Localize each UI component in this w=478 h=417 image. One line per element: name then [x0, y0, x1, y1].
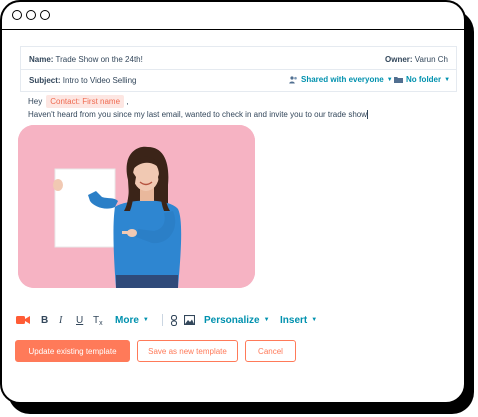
greeting-text: Hey — [28, 97, 43, 106]
inserted-image[interactable] — [18, 125, 255, 288]
chevron-down-icon: ▼ — [263, 317, 270, 323]
chevron-down-icon: ▼ — [386, 76, 393, 83]
bold-icon: B — [41, 314, 49, 326]
template-name-row: Name: Trade Show on the 24th! Owner: Var… — [20, 46, 457, 70]
underline-icon: U — [76, 314, 84, 326]
underline-button[interactable]: U — [76, 312, 83, 328]
users-icon — [289, 75, 297, 83]
body-line[interactable]: Haven't heard from you since my last ema… — [28, 110, 369, 120]
subject-label: Subject: — [29, 76, 61, 85]
insert-link-button[interactable] — [170, 312, 178, 328]
insert-video-button[interactable] — [16, 312, 30, 328]
body-line-text: Haven't heard from you since my last ema… — [28, 110, 368, 119]
insert-image-button[interactable] — [184, 312, 195, 328]
personalize-label: Personalize — [204, 314, 260, 326]
update-existing-template-button[interactable]: Update existing template — [15, 340, 130, 362]
save-as-new-template-button[interactable]: Save as new template — [137, 340, 238, 362]
more-label: More — [115, 314, 139, 326]
insert-label: Insert — [280, 314, 308, 326]
contact-first-name-token[interactable]: Contact: First name — [46, 95, 125, 108]
personalize-dropdown[interactable]: Personalize ▼ — [204, 312, 270, 328]
more-dropdown[interactable]: More ▼ — [115, 312, 149, 328]
owner-label: Owner: — [385, 55, 413, 64]
video-camera-icon — [16, 316, 30, 324]
window-dot-3[interactable] — [40, 10, 50, 20]
shared-label: Shared with everyone — [301, 75, 384, 84]
greeting-comma: , — [126, 97, 129, 106]
folder-label: No folder — [406, 75, 442, 84]
link-icon — [170, 314, 178, 326]
insert-dropdown[interactable]: Insert ▼ — [280, 312, 317, 328]
chevron-down-icon: ▼ — [311, 317, 318, 323]
subject-row: Subject: Intro to Video Selling Shared w… — [20, 70, 457, 92]
window-titlebar — [2, 2, 464, 30]
subject-value: Intro to Video Selling — [62, 76, 137, 85]
text-cursor — [367, 110, 369, 120]
cancel-button[interactable]: Cancel — [245, 340, 296, 362]
window-dot-1[interactable] — [12, 10, 22, 20]
owner-field[interactable]: Owner: Varun Ch — [385, 55, 448, 64]
chevron-down-icon: ▼ — [444, 76, 451, 83]
woman-holding-sign-photo — [18, 125, 255, 288]
subject-field[interactable]: Subject: Intro to Video Selling — [29, 76, 136, 85]
italic-button[interactable]: I — [59, 312, 62, 328]
bold-button[interactable]: B — [41, 312, 48, 328]
italic-icon: I — [59, 314, 63, 326]
folder-icon — [394, 77, 403, 83]
name-value: Trade Show on the 24th! — [55, 55, 143, 64]
image-icon — [184, 315, 195, 325]
shared-dropdown[interactable]: Shared with everyone ▼ — [289, 75, 393, 84]
owner-value: Varun Ch — [414, 55, 448, 64]
name-label: Name: — [29, 55, 54, 64]
toolbar-divider — [162, 314, 163, 326]
name-field[interactable]: Name: Trade Show on the 24th! — [29, 55, 143, 64]
clear-format-button[interactable]: Tx — [93, 312, 103, 328]
window-dot-2[interactable] — [26, 10, 36, 20]
folder-dropdown[interactable]: No folder ▼ — [394, 75, 450, 84]
chevron-down-icon: ▼ — [142, 317, 149, 323]
app-window: Name: Trade Show on the 24th! Owner: Var… — [0, 0, 466, 404]
greeting-line[interactable]: Hey Contact: First name , — [28, 95, 129, 108]
